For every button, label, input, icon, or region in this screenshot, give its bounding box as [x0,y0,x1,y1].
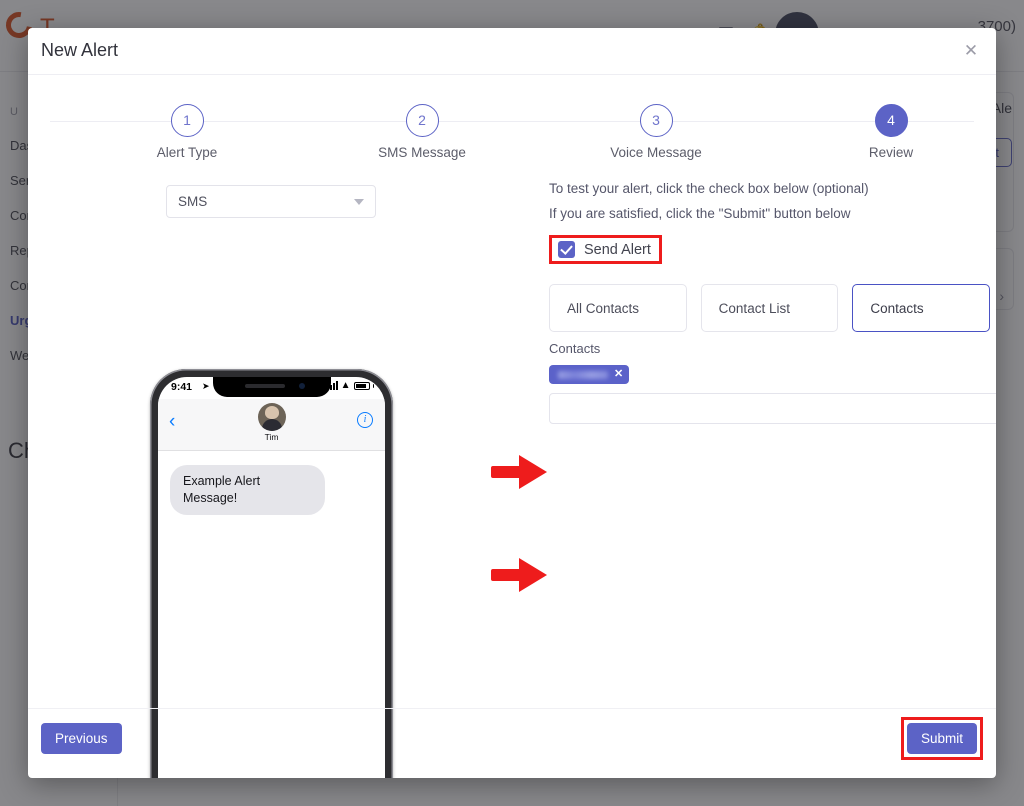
status-bar-time: 9:41 [171,381,193,393]
step-number: 4 [874,104,908,137]
contact-name: Tim [264,432,279,442]
send-alert-highlight: Send Alert [549,235,662,264]
chip-remove-icon[interactable]: ✕ [614,369,623,380]
send-alert-checkbox-row[interactable]: Send Alert [558,241,651,258]
conversation-header: ‹ Tim i [158,399,385,451]
send-alert-label: Send Alert [584,241,651,258]
arrow-head [519,455,547,489]
wifi-icon: ▲ [340,380,351,391]
alert-type-select[interactable]: SMS [166,185,376,218]
annotation-arrow-recipient [491,455,547,489]
recipient-tab-contact-list[interactable]: Contact List [700,284,839,332]
contacts-input[interactable] [549,393,996,424]
review-hint-line-2: If you are satisfied, click the "Submit"… [549,206,851,221]
recipient-tab-all-contacts[interactable]: All Contacts [549,284,687,332]
step-number: 3 [639,104,673,137]
modal-body: SMS 9:41 ➤ ▲ ‹ Tim i Example Alert Messa… [28,171,996,778]
contact-avatar[interactable] [257,403,286,431]
contacts-field-label: Contacts [549,341,601,356]
cellular-signal-icon [326,381,338,390]
location-arrow-icon: ➤ [202,381,210,391]
battery-tip-icon [372,383,374,388]
selected-contacts-chips: ✕ [549,365,990,384]
step-label: SMS Message [378,145,466,160]
modal-footer: Previous Submit [28,708,996,778]
previous-button[interactable]: Previous [41,723,122,754]
review-hint-line-1: To test your alert, click the check box … [549,181,869,196]
message-area: Example Alert Message! [158,451,385,529]
recipient-tab-contacts[interactable]: Contacts [852,284,991,332]
step-number: 2 [405,104,439,137]
back-chevron-icon[interactable]: ‹ [169,412,175,431]
message-bubble: Example Alert Message! [170,465,325,515]
close-icon[interactable]: ✕ [960,40,982,62]
info-icon[interactable]: i [357,412,373,428]
contact-chip-redacted-name [558,370,608,379]
alert-type-select-wrapper: SMS [166,185,376,218]
send-alert-checkbox[interactable] [558,241,575,258]
recipient-type-tabs: All Contacts Contact List Contacts [549,284,991,332]
step-voice-message[interactable]: 3 Voice Message [581,93,731,160]
contact-chip[interactable]: ✕ [549,365,630,384]
status-bar-indicators: ▲ [326,380,374,391]
arrow-head [519,558,547,592]
annotation-arrow-contact-input [491,558,547,592]
submit-highlight: Submit [900,717,983,760]
review-panel: To test your alert, click the check box … [520,171,996,424]
wizard-stepper: 1 Alert Type 2 SMS Message 3 Voice Messa… [28,93,996,171]
step-review[interactable]: 4 Review [816,93,966,160]
step-label: Review [868,145,914,160]
step-alert-type[interactable]: 1 Alert Type [112,93,262,160]
battery-icon [353,381,370,390]
phone-status-bar: 9:41 ➤ ▲ [158,377,385,399]
step-label: Alert Type [156,145,218,160]
modal-title: New Alert [41,40,119,60]
modal-header: New Alert ✕ [28,28,996,75]
submit-button[interactable]: Submit [906,723,977,754]
new-alert-modal: New Alert ✕ 1 Alert Type 2 SMS Message 3… [28,28,996,778]
step-sms-message[interactable]: 2 SMS Message [347,93,497,160]
step-label: Voice Message [610,145,702,160]
step-number: 1 [170,104,204,137]
